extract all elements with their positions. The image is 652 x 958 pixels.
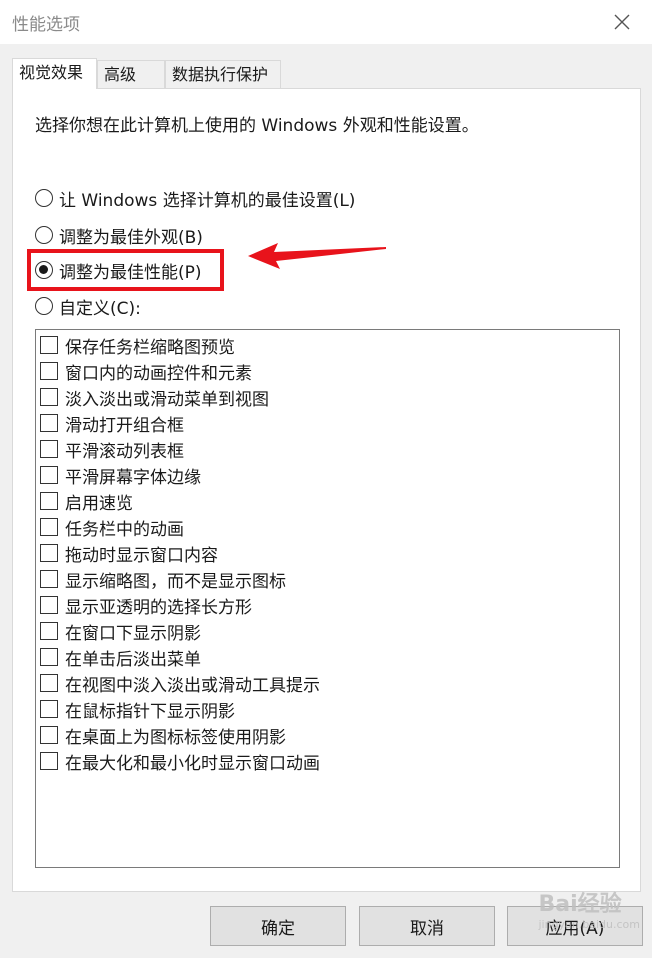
radio-button[interactable] bbox=[35, 189, 53, 207]
checkbox[interactable] bbox=[40, 440, 58, 458]
list-item-label: 保存任务栏缩略图预览 bbox=[65, 337, 235, 358]
list-item[interactable]: 启用速览 bbox=[40, 489, 133, 514]
apply-button[interactable]: 应用(A) bbox=[507, 906, 643, 946]
list-item[interactable]: 显示亚透明的选择长方形 bbox=[40, 593, 252, 618]
tab-visual-effects[interactable]: 视觉效果 bbox=[12, 58, 97, 89]
list-item-label: 滑动打开组合框 bbox=[65, 415, 184, 436]
list-item[interactable]: 拖动时显示窗口内容 bbox=[40, 541, 218, 566]
red-arrow-annotation bbox=[248, 243, 386, 269]
list-item-label: 在鼠标指针下显示阴影 bbox=[65, 701, 235, 722]
checkbox[interactable] bbox=[40, 492, 58, 510]
radio-let-windows-choose[interactable]: 让 Windows 选择计算机的最佳设置(L) bbox=[35, 185, 355, 211]
ok-button[interactable]: 确定 bbox=[210, 906, 346, 946]
list-item[interactable]: 在单击后淡出菜单 bbox=[40, 645, 201, 670]
checkbox[interactable] bbox=[40, 596, 58, 614]
list-item[interactable]: 平滑屏幕字体边缘 bbox=[40, 463, 201, 488]
list-item[interactable]: 滑动打开组合框 bbox=[40, 411, 184, 436]
checkbox[interactable] bbox=[40, 700, 58, 718]
list-item-label: 启用速览 bbox=[65, 493, 133, 514]
checkbox[interactable] bbox=[40, 518, 58, 536]
list-item-label: 平滑滚动列表框 bbox=[65, 441, 184, 462]
list-item-label: 显示亚透明的选择长方形 bbox=[65, 597, 252, 618]
radio-button[interactable] bbox=[35, 226, 53, 244]
list-item[interactable]: 在桌面上为图标标签使用阴影 bbox=[40, 723, 286, 748]
list-item-label: 在窗口下显示阴影 bbox=[65, 623, 201, 644]
performance-options-dialog: 性能选项 视觉效果 高级 数据执行保护 选择你想在此计算机上使用的 Window… bbox=[0, 0, 652, 958]
tab-label: 视觉效果 bbox=[19, 63, 84, 82]
window-title: 性能选项 bbox=[12, 15, 80, 35]
checkbox[interactable] bbox=[40, 674, 58, 692]
list-item[interactable]: 在视图中淡入淡出或滑动工具提示 bbox=[40, 671, 320, 696]
radio-label: 调整为最佳外观(B) bbox=[59, 227, 203, 248]
radio-label: 让 Windows 选择计算机的最佳设置(L) bbox=[59, 190, 356, 211]
list-item[interactable]: 淡入淡出或滑动菜单到视图 bbox=[40, 385, 269, 410]
tab-advanced[interactable]: 高级 bbox=[97, 60, 165, 88]
list-item[interactable]: 在最大化和最小化时显示窗口动画 bbox=[40, 749, 320, 774]
list-item[interactable]: 显示缩略图，而不是显示图标 bbox=[40, 567, 286, 592]
list-item[interactable]: 平滑滚动列表框 bbox=[40, 437, 184, 462]
tab-label: 数据执行保护 bbox=[172, 65, 269, 84]
list-item-label: 窗口内的动画控件和元素 bbox=[65, 363, 252, 384]
list-item-label: 拖动时显示窗口内容 bbox=[65, 545, 218, 566]
checkbox[interactable] bbox=[40, 466, 58, 484]
tab-data-execution-prevention[interactable]: 数据执行保护 bbox=[165, 60, 281, 88]
list-item-label: 任务栏中的动画 bbox=[65, 519, 184, 540]
list-item-label: 平滑屏幕字体边缘 bbox=[65, 467, 201, 488]
list-item[interactable]: 窗口内的动画控件和元素 bbox=[40, 359, 252, 384]
cancel-button[interactable]: 取消 bbox=[359, 906, 495, 946]
list-item[interactable]: 任务栏中的动画 bbox=[40, 515, 184, 540]
checkbox[interactable] bbox=[40, 726, 58, 744]
list-item-label: 在最大化和最小化时显示窗口动画 bbox=[65, 753, 320, 774]
radio-custom[interactable]: 自定义(C): bbox=[35, 293, 141, 319]
checkbox[interactable] bbox=[40, 648, 58, 666]
list-item-label: 在单击后淡出菜单 bbox=[65, 649, 201, 670]
radio-button[interactable] bbox=[35, 297, 53, 315]
checkbox[interactable] bbox=[40, 362, 58, 380]
checkbox[interactable] bbox=[40, 622, 58, 640]
checkbox[interactable] bbox=[40, 752, 58, 770]
tab-label: 高级 bbox=[104, 65, 137, 84]
visual-effects-list[interactable]: 保存任务栏缩略图预览 窗口内的动画控件和元素 淡入淡出或滑动菜单到视图 滑动打开… bbox=[35, 329, 620, 868]
checkbox[interactable] bbox=[40, 570, 58, 588]
title-bar: 性能选项 bbox=[0, 0, 652, 44]
list-item[interactable]: 在窗口下显示阴影 bbox=[40, 619, 201, 644]
checkbox[interactable] bbox=[40, 388, 58, 406]
description-text: 选择你想在此计算机上使用的 Windows 外观和性能设置。 bbox=[35, 116, 479, 136]
list-item-label: 在视图中淡入淡出或滑动工具提示 bbox=[65, 675, 320, 696]
list-item[interactable]: 在鼠标指针下显示阴影 bbox=[40, 697, 235, 722]
checkbox[interactable] bbox=[40, 336, 58, 354]
list-item-label: 淡入淡出或滑动菜单到视图 bbox=[65, 389, 269, 410]
list-item-label: 在桌面上为图标标签使用阴影 bbox=[65, 727, 286, 748]
red-highlight-box bbox=[27, 249, 224, 291]
checkbox[interactable] bbox=[40, 544, 58, 562]
list-item[interactable]: 保存任务栏缩略图预览 bbox=[40, 333, 235, 358]
checkbox[interactable] bbox=[40, 414, 58, 432]
visual-effects-panel: 选择你想在此计算机上使用的 Windows 外观和性能设置。 让 Windows… bbox=[12, 88, 641, 892]
list-item-label: 显示缩略图，而不是显示图标 bbox=[65, 571, 286, 592]
close-icon bbox=[614, 14, 630, 30]
radio-best-appearance[interactable]: 调整为最佳外观(B) bbox=[35, 222, 203, 248]
close-button[interactable] bbox=[600, 4, 644, 40]
radio-label: 自定义(C): bbox=[59, 298, 141, 319]
